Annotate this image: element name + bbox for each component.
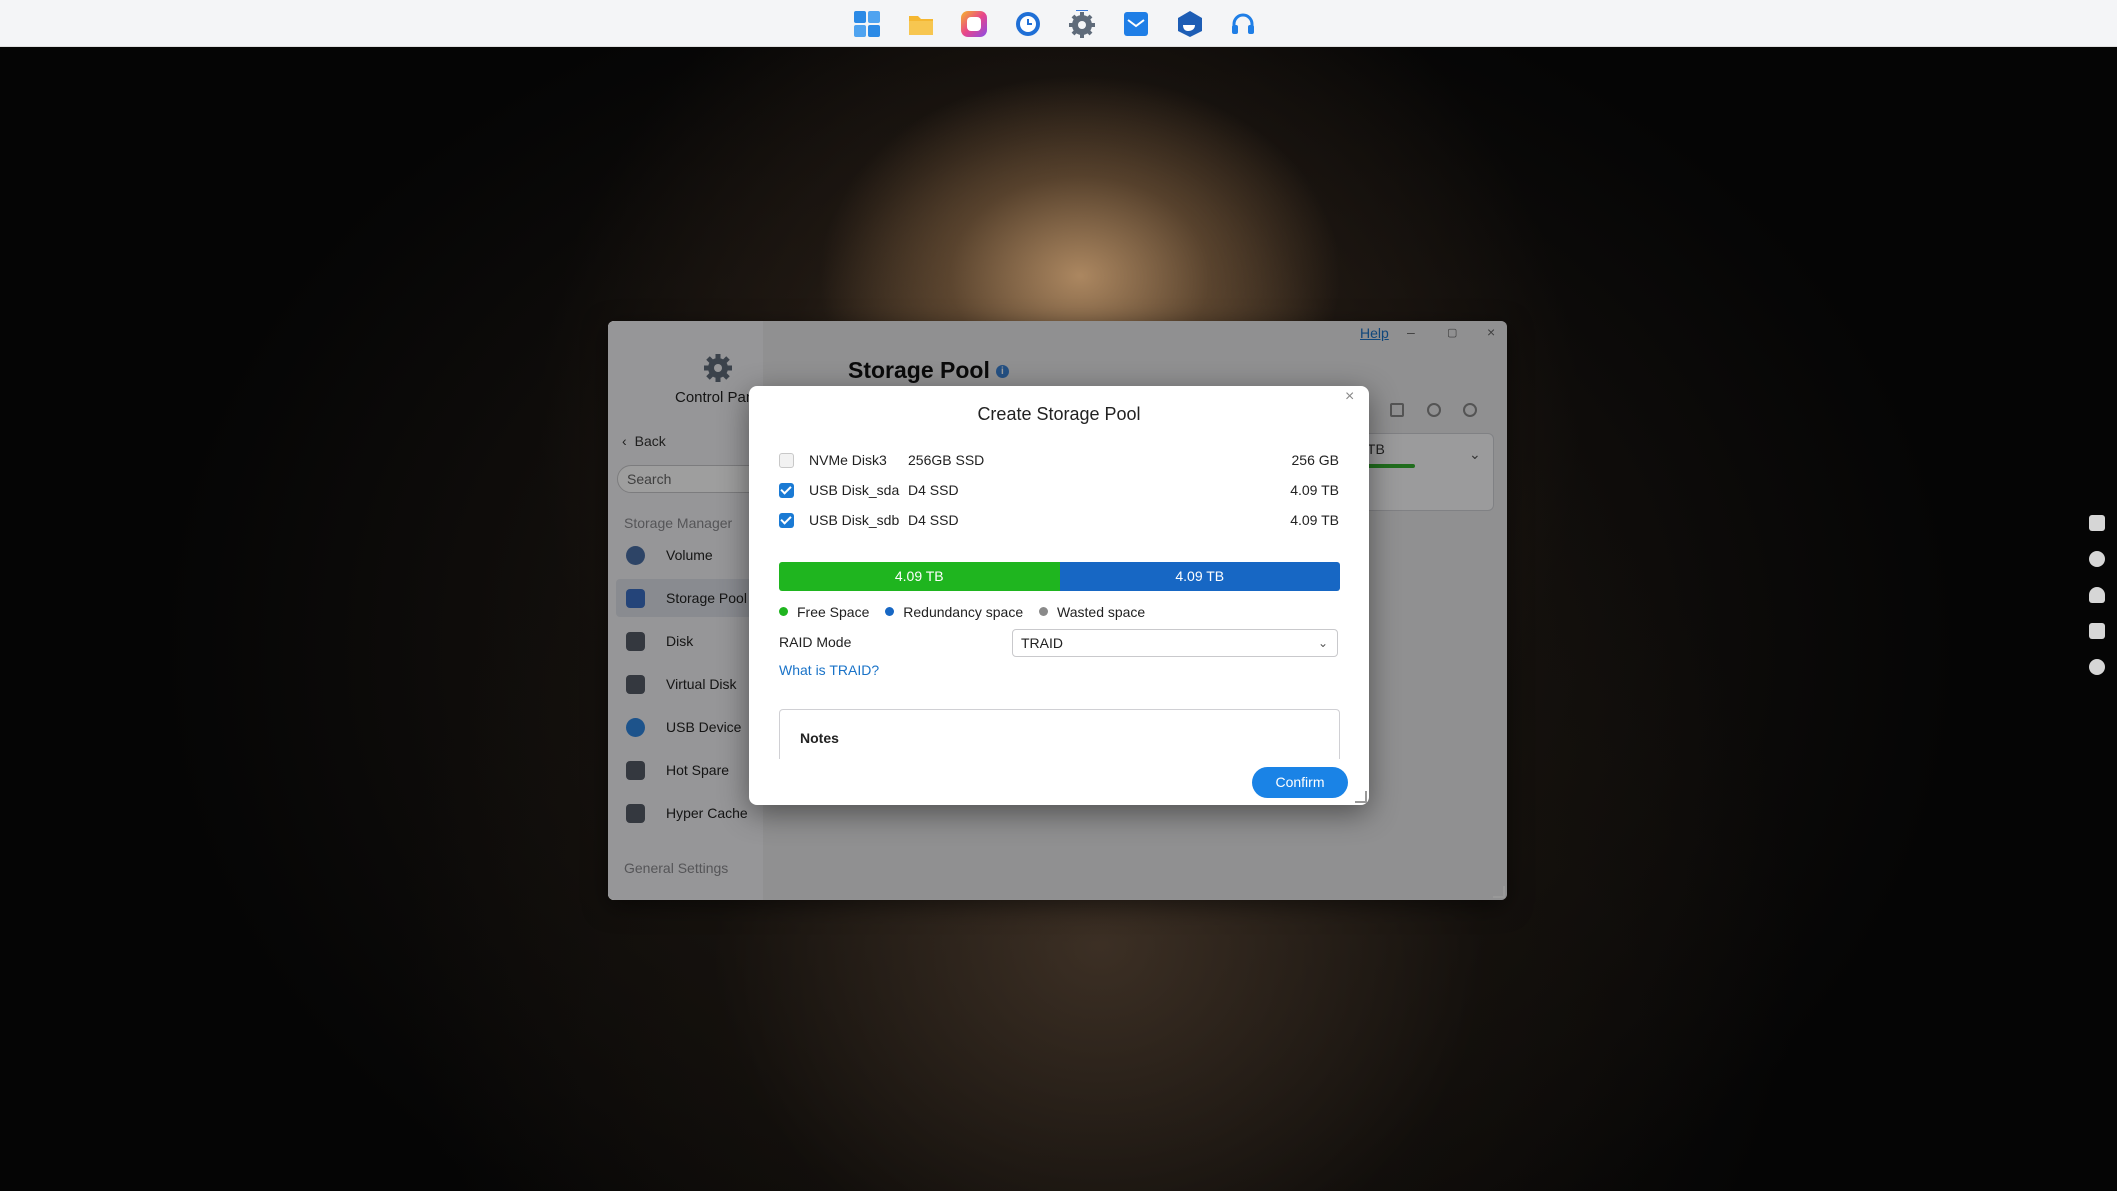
confirm-button[interactable]: Confirm — [1252, 767, 1348, 798]
mail-icon[interactable] — [1122, 10, 1150, 38]
notification-bell-icon[interactable] — [2089, 587, 2105, 603]
disk-row[interactable]: USB Disk_sdb D4 SSD 4.09 TB — [779, 510, 1339, 532]
disk-checkbox[interactable] — [779, 513, 794, 528]
disk-name: USB Disk_sda — [809, 482, 900, 498]
disk-size: 4.09 TB — [1290, 482, 1339, 498]
legend-label: Free Space — [797, 604, 870, 620]
redundancy-space-segment: 4.09 TB — [1059, 562, 1340, 591]
app-center-icon[interactable] — [853, 10, 881, 38]
legend-item: Free Space — [779, 604, 869, 620]
disk-checkbox[interactable] — [779, 483, 794, 498]
notes-label: Notes — [800, 730, 839, 746]
file-manager-icon[interactable] — [907, 10, 935, 38]
legend-item: Wasted space — [1039, 604, 1145, 620]
monitor-widget-icon[interactable] — [2089, 515, 2105, 531]
taskbar — [0, 0, 2117, 47]
raid-mode-select[interactable]: TRAID ⌄ — [1012, 629, 1338, 657]
notes-panel: Notes — [779, 709, 1340, 759]
chat-icon[interactable] — [2089, 551, 2105, 567]
create-storage-pool-dialog: Create Storage Pool × NVMe Disk3 256GB S… — [749, 386, 1369, 805]
chevron-down-icon: ⌄ — [1317, 636, 1328, 650]
support-headset-icon[interactable] — [1229, 10, 1257, 38]
disk-name: NVMe Disk3 — [809, 452, 887, 468]
disk-size: 256 GB — [1291, 452, 1339, 468]
disk-row[interactable]: NVMe Disk3 256GB SSD 256 GB — [779, 450, 1339, 472]
disk-type: D4 SSD — [908, 512, 959, 528]
disk-type: 256GB SSD — [908, 452, 985, 468]
photos-icon[interactable] — [960, 10, 988, 38]
capacity-legend: Free Space Redundancy space Wasted space — [779, 604, 1157, 620]
help-question-icon[interactable] — [2089, 659, 2105, 675]
legend-dot — [885, 607, 895, 616]
raid-mode-label: RAID Mode — [779, 634, 852, 650]
robot-assistant-icon[interactable] — [2089, 623, 2105, 639]
legend-label: Redundancy space — [903, 604, 1024, 620]
dialog-close-button[interactable]: × — [1345, 388, 1354, 406]
disk-row[interactable]: USB Disk_sda D4 SSD 4.09 TB — [779, 480, 1339, 502]
legend-item: Redundancy space — [885, 604, 1023, 620]
docker-icon[interactable] — [1176, 10, 1204, 38]
disk-checkbox[interactable] — [779, 453, 794, 468]
raid-mode-value: TRAID — [1021, 635, 1063, 651]
backup-icon[interactable] — [1014, 10, 1042, 38]
free-space-segment: 4.09 TB — [779, 562, 1060, 591]
window-resize-handle[interactable] — [1493, 886, 1505, 898]
disk-name: USB Disk_sdb — [809, 512, 900, 528]
disk-size: 4.09 TB — [1290, 512, 1339, 528]
legend-label: Wasted space — [1057, 604, 1146, 620]
what-is-traid-link[interactable]: What is TRAID? — [779, 662, 879, 678]
control-panel-gear-icon[interactable] — [1068, 8, 1096, 38]
legend-dot — [1039, 607, 1049, 616]
legend-dot — [779, 607, 788, 616]
dialog-resize-handle[interactable] — [1355, 791, 1367, 803]
dialog-title: Create Storage Pool — [977, 404, 1141, 424]
capacity-bar: 4.09 TB 4.09 TB — [779, 562, 1340, 591]
disk-type: D4 SSD — [908, 482, 959, 498]
